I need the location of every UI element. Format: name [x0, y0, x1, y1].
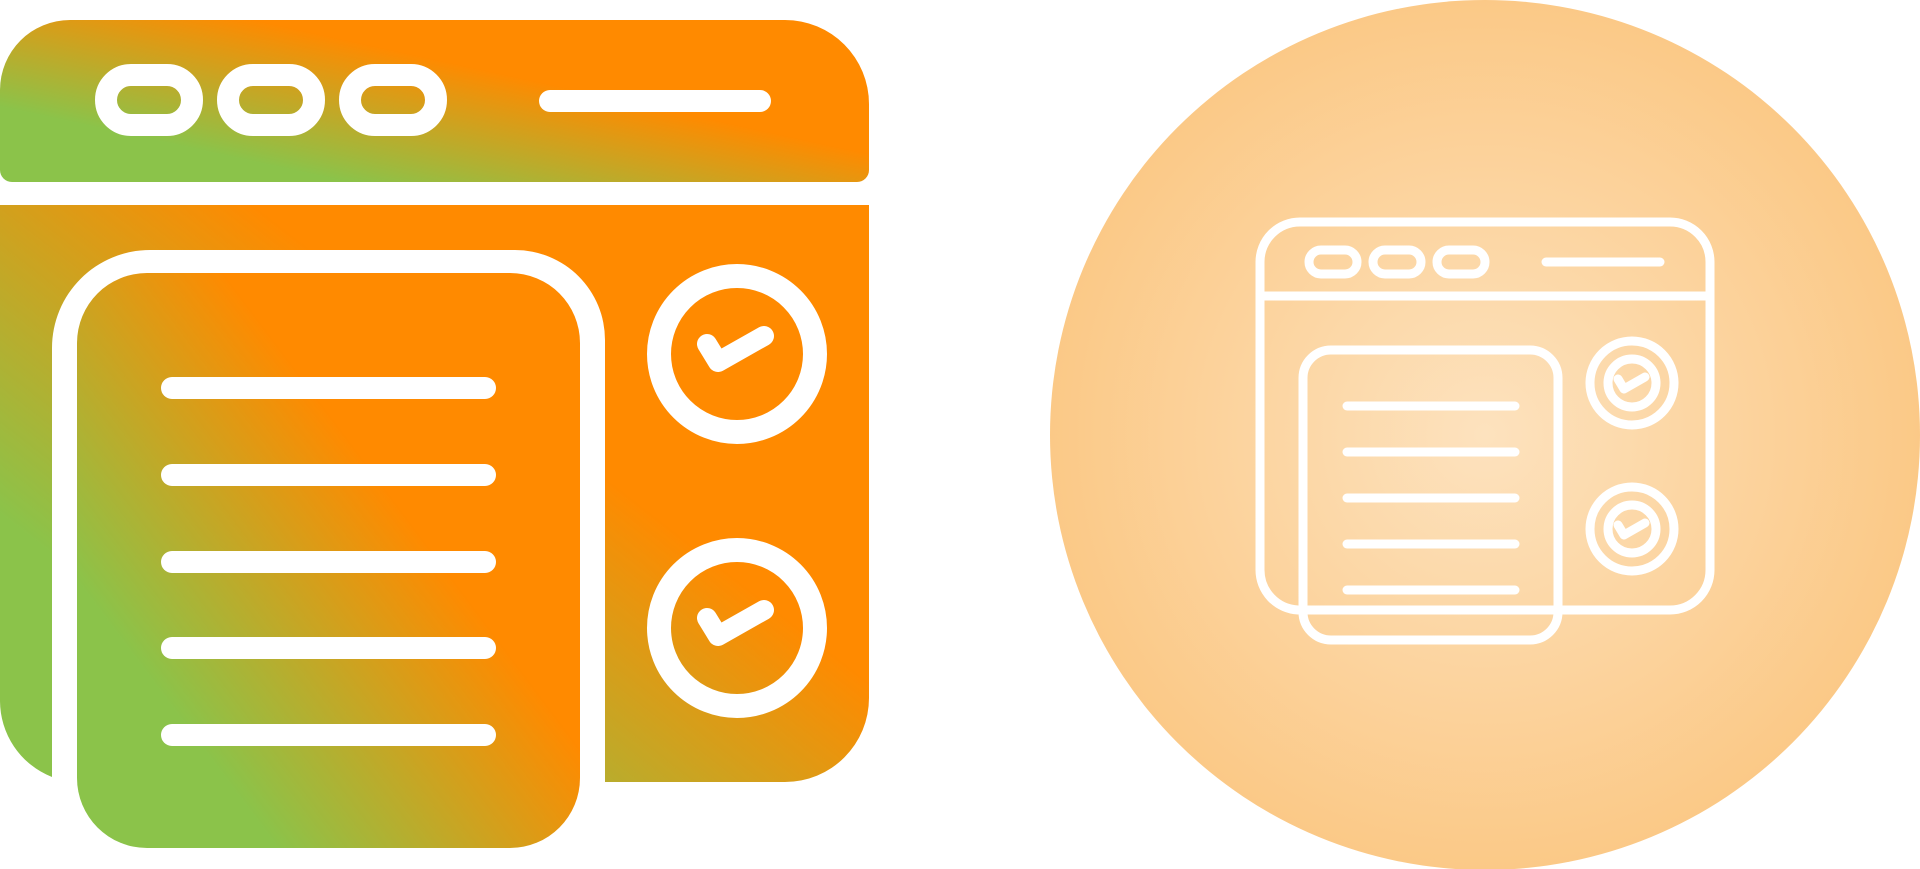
- background-circle: [1050, 0, 1920, 869]
- browser-checklist-glyph-icon: [0, 0, 880, 869]
- browser-checklist-line-svg: [1050, 0, 1920, 869]
- browser-checklist-glyph-svg: [0, 20, 869, 848]
- browser-checklist-line-icon: [1040, 0, 1920, 869]
